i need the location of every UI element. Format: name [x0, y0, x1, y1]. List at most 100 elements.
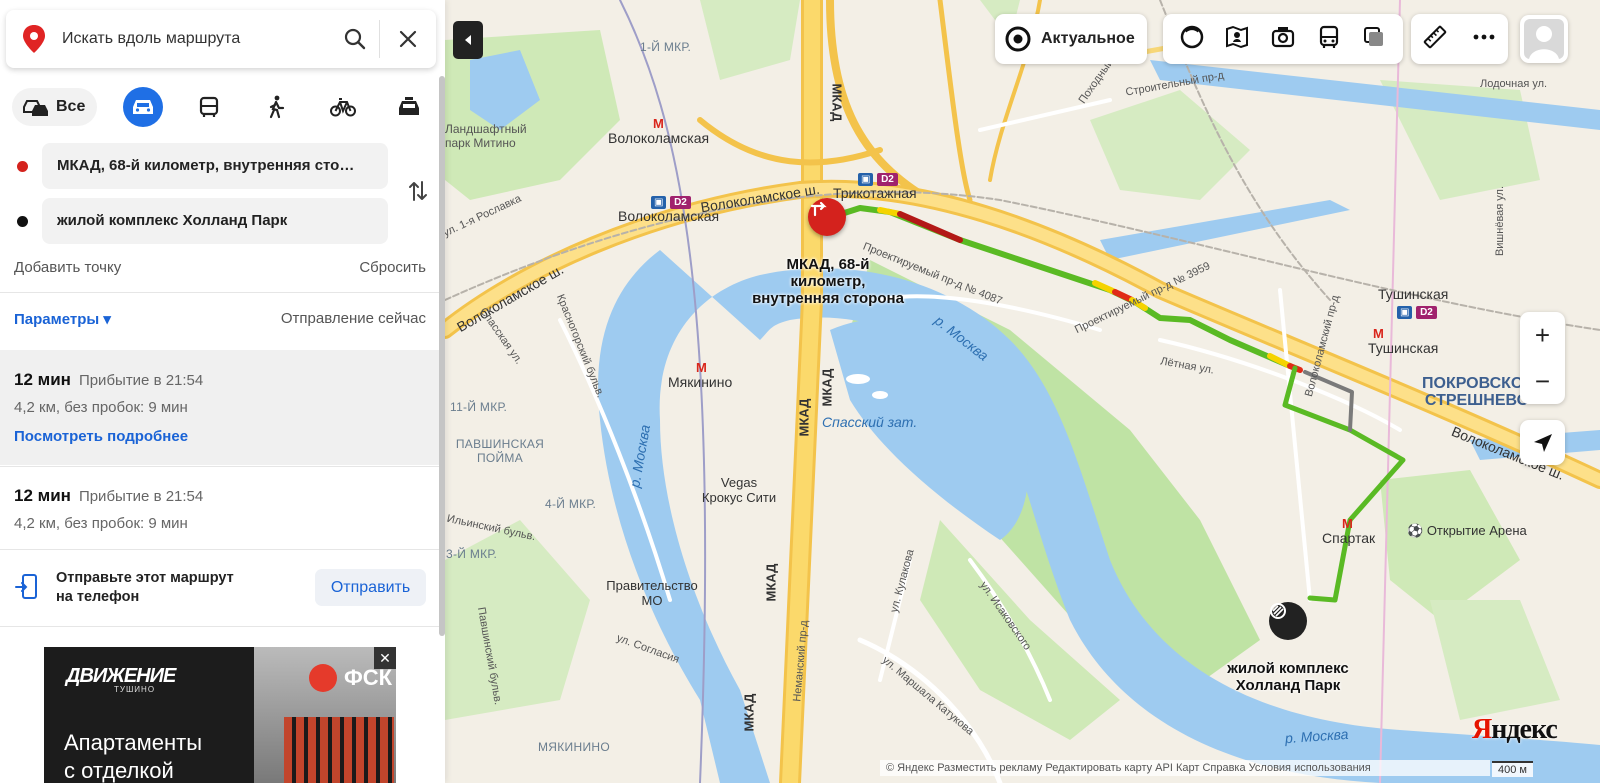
- traffic-icon: [1180, 25, 1204, 48]
- my-location-button[interactable]: [1520, 420, 1565, 465]
- building-icon: [1270, 603, 1286, 619]
- more-dots-icon: [1473, 34, 1495, 39]
- map-scale: 400 м: [1492, 761, 1533, 777]
- mode-bike-button[interactable]: [323, 87, 363, 127]
- location-pin-icon: [6, 25, 62, 53]
- user-avatar-button[interactable]: [1520, 15, 1568, 63]
- mode-walk-button[interactable]: [256, 87, 296, 127]
- ruler-button[interactable]: [1422, 24, 1448, 55]
- route-arrival: Прибытие в 21:54: [78, 488, 204, 505]
- bicycle-icon: [330, 98, 356, 117]
- mode-car-button[interactable]: [123, 87, 163, 127]
- map-label-mkr3: 3-Й МКР.: [446, 547, 498, 561]
- map-label-d2-badge-1: ▣ D2: [651, 193, 691, 209]
- map-label-spartak: М Спартак: [1322, 516, 1376, 546]
- pedestrian-icon: [269, 95, 285, 119]
- route-option-1[interactable]: 12 мин Прибытие в 21:54 4,2 км, без пробо…: [0, 350, 440, 465]
- route-start-marker[interactable]: [808, 198, 846, 236]
- mode-taxi-button[interactable]: [389, 87, 429, 127]
- actual-layer-button[interactable]: Актуальное: [995, 14, 1147, 64]
- transport-modes: Все: [12, 86, 432, 128]
- map-copyright: © Яндекс Разместить рекламу Редактироват…: [880, 760, 1490, 776]
- flag-icon: [810, 201, 827, 217]
- map-label-start-point: МКАД, 68-й километр, внутренняя сторона: [752, 256, 904, 307]
- close-route-button[interactable]: [380, 10, 436, 68]
- ad-title: Апартаменты с отделкой: [64, 730, 203, 783]
- cars-icon: [23, 100, 48, 116]
- collapse-panel-button[interactable]: [453, 21, 483, 59]
- map-label-mkad-1: МКАД: [829, 83, 845, 122]
- map-label-mkad-2: МКАД: [796, 398, 812, 437]
- divider: [0, 626, 440, 627]
- route-details-link[interactable]: Посмотреть подробнее: [14, 428, 440, 445]
- route-arrival: Прибытие в 21:54: [78, 372, 204, 389]
- photo-layer-button[interactable]: [1270, 24, 1296, 55]
- map-label-tushinskaya: Тушинская: [1378, 286, 1449, 302]
- route-params: Параметры ▾ Отправление сейчас: [14, 310, 426, 328]
- route-search-box: Искать вдоль маршрута: [6, 10, 436, 68]
- map-label-mkad-3: МКАД: [819, 368, 835, 407]
- point-actions: Добавить точку Сбросить: [14, 259, 426, 276]
- route-distance: 4,2 км, без пробок: 9 мин: [14, 399, 188, 416]
- triangle-left-icon: [465, 35, 471, 45]
- ad-building-image: [284, 717, 394, 783]
- point-a-dot: [17, 161, 28, 172]
- to-field[interactable]: жилой комплекс Холланд Парк: [42, 198, 388, 244]
- transport-layer-button[interactable]: [1316, 24, 1342, 55]
- ad-close-button[interactable]: ✕: [374, 647, 396, 669]
- reset-link[interactable]: Сбросить: [359, 259, 426, 276]
- panel-scrollbar[interactable]: [439, 76, 445, 636]
- ad-brand-icon: [309, 664, 337, 692]
- send-button[interactable]: Отправить: [315, 569, 426, 606]
- avatar-icon: [1524, 19, 1564, 59]
- map-type-button[interactable]: [1361, 24, 1387, 55]
- route-point-to: жилой комплекс Холланд Парк: [0, 198, 445, 244]
- route-distance: 4,2 км, без пробок: 9 мин: [14, 515, 188, 532]
- zoom-out-button[interactable]: −: [1520, 358, 1565, 404]
- target-icon: [1005, 26, 1031, 52]
- divider: [0, 549, 440, 550]
- map-label-mkr11: 11-Й МКР.: [450, 400, 508, 414]
- params-dropdown[interactable]: Параметры ▾: [14, 310, 111, 328]
- route-end-marker[interactable]: [1269, 602, 1307, 640]
- layers-icon: [1364, 26, 1384, 46]
- panorama-icon: [1226, 25, 1249, 48]
- layers-toolbar: [1163, 14, 1403, 64]
- from-field[interactable]: МКАД, 68-й километр, внутренняя сто…: [42, 143, 388, 189]
- departure-time-link[interactable]: Отправление сейчас: [281, 310, 426, 328]
- route-point-from: МКАД, 68-й километр, внутренняя сто…: [0, 143, 445, 189]
- map-label-volokolamskaya-1: М Волоколамская: [608, 116, 710, 146]
- map-label-trikotazhnaya: Трикотажная: [833, 185, 917, 201]
- add-point-link[interactable]: Добавить точку: [14, 259, 121, 276]
- map-label-pavshinskaya: ПАВШИНСКАЯ ПОЙМА: [455, 437, 545, 465]
- map-label-mkr4: 4-Й МКР.: [545, 497, 597, 511]
- map-label-spassky-zaton: Спасский зат.: [822, 414, 918, 430]
- route-duration: 12 мин: [14, 370, 71, 389]
- mode-all-button[interactable]: Все: [12, 88, 98, 126]
- map-label-lodochnaya: Лодочная ул.: [1480, 78, 1548, 90]
- car-icon: [133, 100, 153, 114]
- send-description: Отправьте этот маршрут на телефон: [56, 570, 234, 605]
- bus-icon: [199, 96, 219, 117]
- navigation-arrow-icon: [1533, 433, 1552, 452]
- route-search-input[interactable]: Искать вдоль маршрута: [62, 30, 331, 48]
- route-duration: 12 мин: [14, 486, 71, 505]
- map-label-vishnevaya: Вишнёвая ул.: [1494, 185, 1507, 257]
- map-label-d2-badge-3: ▣ D2: [1397, 303, 1437, 319]
- map-label-tushinskaya-2: М Тушинская: [1368, 326, 1439, 356]
- more-button[interactable]: [1471, 24, 1497, 55]
- search-button[interactable]: [331, 10, 379, 68]
- phone-send-icon: [15, 574, 37, 599]
- traffic-layer-button[interactable]: [1179, 24, 1205, 55]
- ad-banner[interactable]: ДВИЖЕНИЕ ТУШИНО ФСК Апартаменты с отделк…: [44, 647, 396, 783]
- map-label-end-point: жилой комплекс Холланд Парк: [1227, 660, 1349, 694]
- camera-icon: [1271, 26, 1295, 47]
- zoom-in-button[interactable]: +: [1520, 312, 1565, 358]
- mode-transit-button[interactable]: [189, 87, 229, 127]
- zoom-control: + −: [1520, 312, 1565, 404]
- panorama-layer-button[interactable]: [1224, 24, 1250, 55]
- map-label-pokrovskoe: ПОКРОВСКОЕ-СТРЕШНЕВО: [1422, 375, 1540, 409]
- yandex-logo: Яндекс: [1472, 714, 1558, 745]
- route-option-2[interactable]: 12 мин Прибытие в 21:54 4,2 км, без пробо…: [0, 467, 440, 549]
- map-label-mkad-4: МКАД: [763, 563, 779, 602]
